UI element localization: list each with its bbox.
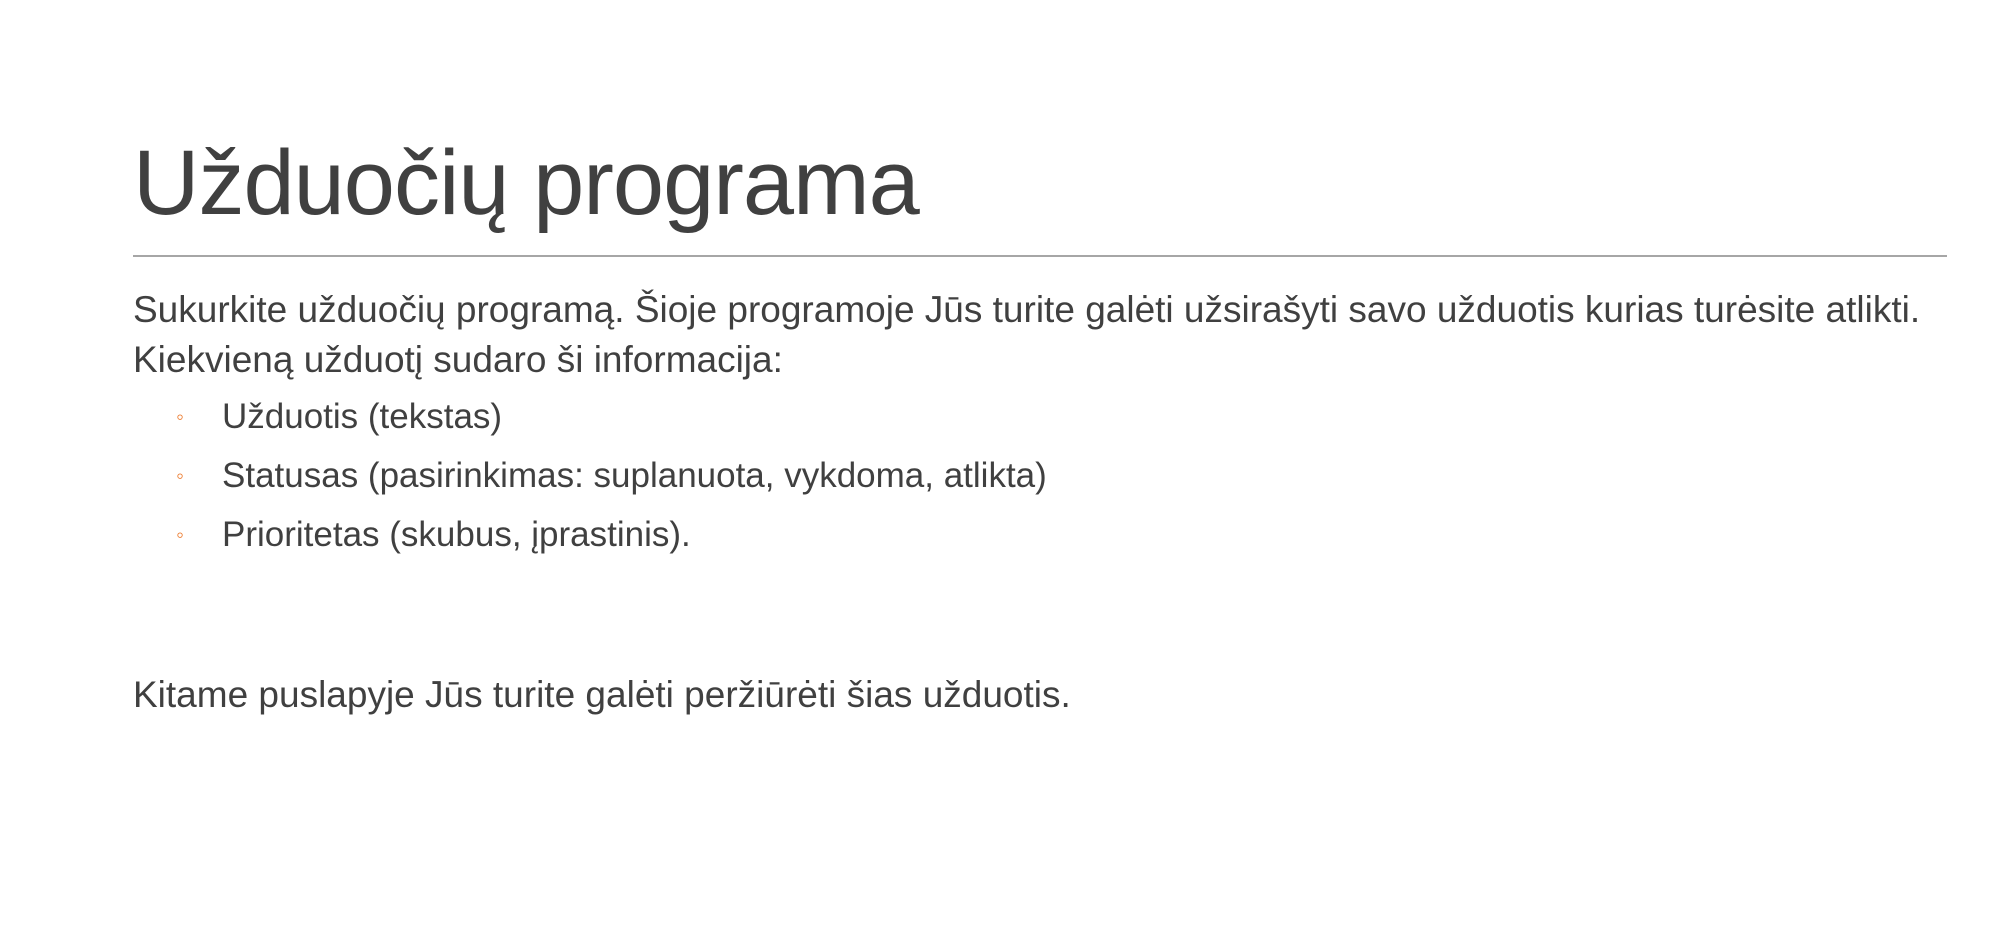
- bullet-text: Užduotis (tekstas): [222, 397, 503, 436]
- bullet-text: Prioritetas (skubus, įprastinis).: [222, 515, 691, 554]
- closing-paragraph: Kitame puslapyje Jūs turite galėti perži…: [133, 674, 1071, 715]
- bullet-text: Statusas (pasirinkimas: suplanuota, vykd…: [222, 456, 1047, 495]
- intro-paragraph: Sukurkite užduočių programą. Šioje progr…: [133, 289, 1921, 380]
- title-divider: [133, 255, 1947, 257]
- slide-body: Sukurkite užduočių programą. Šioje progr…: [133, 285, 1953, 564]
- info-bullet-list: ◦ Užduotis (tekstas) ◦ Statusas (pasirin…: [133, 387, 1953, 564]
- bullet-circle-icon: ◦: [176, 522, 184, 547]
- bullet-item-status: ◦ Statusas (pasirinkimas: suplanuota, vy…: [133, 446, 1953, 505]
- bullet-circle-icon: ◦: [176, 404, 184, 429]
- slide-title: Užduočių programa: [133, 132, 920, 234]
- bullet-circle-icon: ◦: [176, 463, 184, 488]
- slide: Užduočių programa Sukurkite užduočių pro…: [0, 0, 2014, 938]
- bullet-item-priority: ◦ Prioritetas (skubus, įprastinis).: [133, 505, 1953, 564]
- bullet-item-task: ◦ Užduotis (tekstas): [133, 387, 1953, 446]
